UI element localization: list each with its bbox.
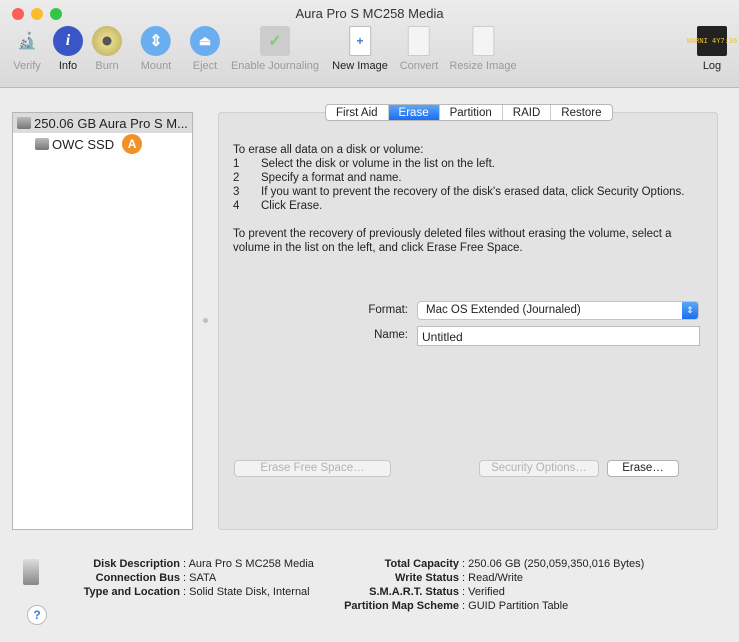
erase-free-space-button[interactable]: Erase Free Space… (234, 460, 391, 477)
format-value: Mac OS Extended (Journaled) (426, 304, 581, 316)
split-view-handle[interactable] (203, 318, 208, 323)
info-key: Partition Map Scheme (344, 600, 459, 612)
annotation-badge: A (122, 134, 143, 154)
title-bar: Aura Pro S MC258 Media 🔬 Verify i Info Bur… (0, 0, 739, 88)
step: 2 Specify a format and name. (233, 171, 703, 185)
tab-restore[interactable]: Restore (551, 105, 611, 120)
burn-icon (92, 26, 122, 56)
info-value: SATA (189, 572, 217, 584)
step-number: 4 (233, 200, 240, 212)
info-key: Disk Description (93, 558, 180, 570)
info-row: Write Status : Read/Write (300, 571, 644, 585)
burn-button[interactable]: Burn (92, 26, 122, 72)
resize-image-icon (471, 26, 494, 56)
step-text: Select the disk or volume in the list on… (261, 158, 495, 170)
info-value: Verified (468, 586, 505, 598)
info-key: Total Capacity (384, 558, 459, 570)
tab-raid[interactable]: RAID (503, 105, 552, 120)
tab-erase[interactable]: Erase (388, 105, 440, 120)
help-button[interactable]: ? (27, 605, 47, 625)
step-number: 2 (233, 172, 240, 184)
erase-button[interactable]: Erase… (607, 460, 679, 477)
hard-disk-icon (23, 559, 39, 585)
info-value: GUID Partition Table (468, 600, 569, 612)
tab-partition[interactable]: Partition (440, 105, 503, 120)
journaling-icon: ✓ (259, 26, 290, 56)
new-image-icon: + (348, 26, 371, 56)
disk-info-right: Total Capacity : 250.06 GB (250,059,350,… (300, 557, 644, 613)
new-image-label: New Image (332, 60, 388, 72)
disk-item[interactable]: 250.06 GB Aura Pro S M... (13, 113, 192, 133)
info-value: 250.06 GB (250,059,350,016 Bytes) (468, 558, 645, 570)
hard-disk-icon (35, 138, 49, 150)
volume-label: OWC SSD (52, 136, 115, 152)
instructions-intro: To erase all data on a disk or volume: (233, 144, 424, 156)
step: 4 Click Erase. (233, 199, 703, 213)
microscope-icon: 🔬 (17, 33, 37, 50)
erase-free-space-note: To prevent the recovery of previously de… (233, 228, 672, 254)
enable-journaling-label: Enable Journaling (230, 60, 320, 72)
info-row: Total Capacity : 250.06 GB (250,059,350,… (300, 557, 645, 571)
info-row: Disk Description : Aura Pro S MC258 Medi… (40, 557, 314, 571)
convert-button[interactable]: Convert (399, 26, 439, 72)
log-label: Log (702, 60, 722, 72)
convert-icon (408, 26, 430, 56)
info-row: Type and Location : Solid State Disk, In… (40, 585, 314, 599)
new-image-button[interactable]: + New Image (332, 26, 388, 72)
info-key: Write Status (395, 572, 459, 584)
info-row: Connection Bus : SATA (40, 571, 314, 585)
step: 3 If you want to prevent the recovery of … (233, 185, 703, 199)
info-value: Solid State Disk, Internal (189, 586, 310, 598)
info-button[interactable]: i Info (53, 26, 83, 72)
step: 1 Select the disk or volume in the list o… (233, 157, 703, 171)
format-label: Format: (368, 304, 408, 316)
eject-icon: ⏏ (190, 26, 220, 56)
info-value: Read/Write (468, 572, 523, 584)
name-label: Name: (374, 329, 408, 341)
resize-image-label: Resize Image (449, 60, 517, 72)
burn-label: Burn (95, 60, 119, 72)
step-number: 3 (233, 186, 240, 198)
verify-button[interactable]: 🔬 Verify (12, 26, 42, 72)
info-key: Connection Bus (95, 572, 180, 584)
disk-list[interactable]: 250.06 GB Aura Pro S M... OWC SSD A (12, 112, 193, 530)
erase-instructions: To erase all data on a disk or volume: 1… (233, 143, 703, 255)
tab-bar: First Aid Erase Partition RAID Restore (325, 104, 613, 121)
resize-image-button[interactable]: Resize Image (449, 26, 517, 72)
info-key: Type and Location (83, 586, 180, 598)
info-value: Aura Pro S MC258 Media (188, 558, 314, 570)
mount-button[interactable]: ⇕ Mount (140, 26, 172, 72)
info-icon: i (53, 26, 83, 56)
step-number: 1 (233, 158, 240, 170)
info-row: Partition Map Scheme : GUID Partition Ta… (300, 599, 644, 613)
step-text: Specify a format and name. (261, 172, 402, 184)
disk-label: 250.06 GB Aura Pro S M... (34, 115, 188, 131)
verify-label: Verify (13, 60, 41, 72)
mount-label: Mount (140, 60, 172, 72)
name-input[interactable]: Untitled (417, 326, 700, 346)
eject-button[interactable]: ⏏ Eject (190, 26, 220, 72)
eject-label: Eject (192, 60, 218, 72)
log-button[interactable]: WARNI 4Y7:36 Log (687, 26, 737, 72)
volume-item[interactable]: OWC SSD A (13, 133, 192, 155)
disk-info-left: Disk Description : Aura Pro S MC258 Medi… (40, 557, 314, 599)
security-options-button[interactable]: Security Options… (479, 460, 599, 477)
mount-icon: ⇕ (140, 26, 171, 56)
info-key: S.M.A.R.T. Status (369, 586, 459, 598)
enable-journaling-button[interactable]: ✓ Enable Journaling (231, 26, 319, 72)
tab-first-aid[interactable]: First Aid (326, 105, 389, 120)
info-label: Info (58, 60, 78, 72)
convert-label: Convert (399, 60, 439, 72)
chevron-updown-icon: ⇕ (682, 302, 698, 319)
hard-disk-icon (17, 117, 31, 129)
info-row: S.M.A.R.T. Status : Verified (300, 585, 644, 599)
window-title: Aura Pro S MC258 Media (295, 6, 444, 21)
log-icon: WARNI 4Y7:36 (687, 26, 737, 56)
format-select[interactable]: Mac OS Extended (Journaled) ⇕ (417, 301, 699, 320)
step-text: If you want to prevent the recovery of t… (261, 186, 685, 198)
step-text: Click Erase. (261, 200, 323, 212)
